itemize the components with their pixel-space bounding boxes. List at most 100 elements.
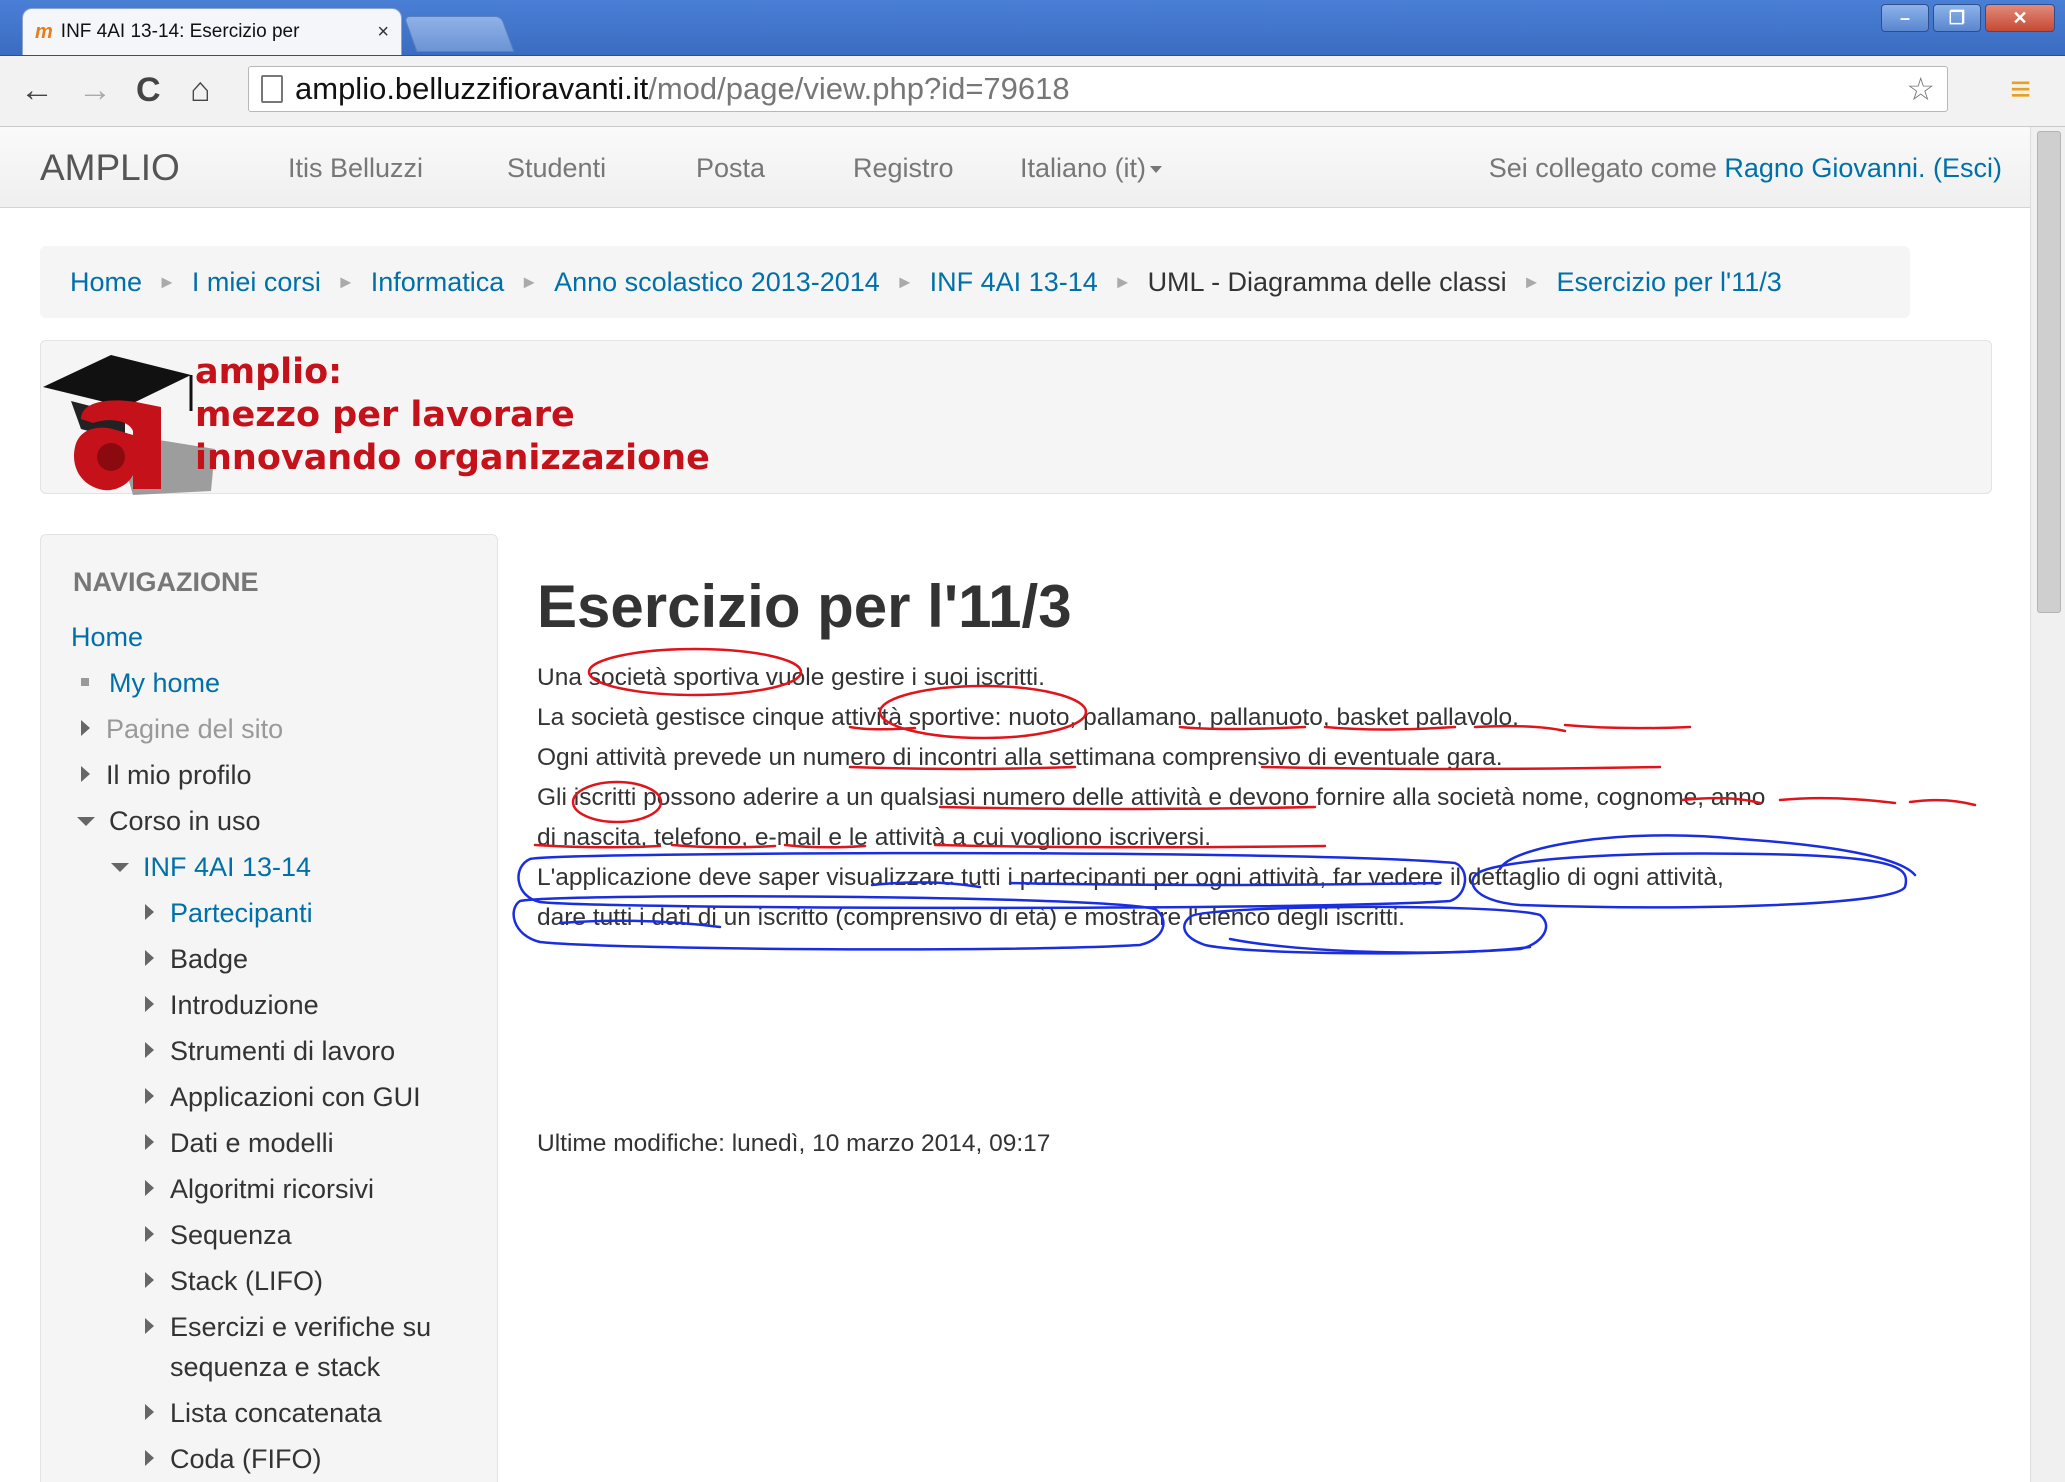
forward-icon[interactable]: → <box>78 70 112 110</box>
nav-section-label: Strumenti di lavoro <box>170 1036 396 1066</box>
nav-my-profile-label: Il mio profilo <box>106 760 252 790</box>
expand-arrow-icon <box>145 1450 154 1466</box>
expand-arrow-icon <box>145 1404 154 1420</box>
scrollbar-thumb[interactable] <box>2037 131 2061 613</box>
reload-icon[interactable]: C <box>136 70 161 110</box>
minimize-icon[interactable]: – <box>1881 4 1929 32</box>
new-tab-button[interactable] <box>403 16 515 52</box>
navigation-title: NAVIGAZIONE <box>73 567 259 597</box>
user-profile-link[interactable]: Ragno Giovanni. <box>1724 153 1925 183</box>
breadcrumb-separator-icon: ► <box>1522 271 1541 292</box>
expand-arrow-icon <box>81 766 90 782</box>
expand-arrow-icon <box>145 1272 154 1288</box>
nav-section-introduzione[interactable]: Introduzione <box>145 990 319 1021</box>
tab-close-icon[interactable]: × <box>377 21 389 44</box>
nav-my-home[interactable]: My home <box>81 668 220 699</box>
back-icon[interactable]: ← <box>20 70 54 110</box>
home-icon[interactable]: ⌂ <box>190 70 211 110</box>
breadcrumb-separator-icon: ► <box>520 271 539 292</box>
breadcrumb-informatica[interactable]: Informatica <box>371 267 505 298</box>
nav-section-label: Sequenza <box>170 1220 292 1250</box>
expand-arrow-icon <box>145 1318 154 1334</box>
login-prefix: Sei collegato come <box>1488 153 1725 183</box>
nav-section-label: Lista concatenata <box>170 1398 382 1428</box>
nav-site-pages[interactable]: Pagine del sito <box>81 714 283 745</box>
nav-course-label: INF 4AI 13-14 <box>143 852 312 882</box>
breadcrumb-separator-icon: ► <box>336 271 355 292</box>
logo-line-3: innovando organizzazione <box>195 438 710 478</box>
nav-section-label: Partecipanti <box>170 898 313 928</box>
expand-arrow-icon <box>145 996 154 1012</box>
last-modified: Ultime modifiche: lunedì, 10 marzo 2014,… <box>537 1130 1051 1157</box>
nav-section-ricorsivi[interactable]: Algoritmi ricorsivi <box>145 1174 374 1205</box>
nav-section-lista[interactable]: Lista concatenata <box>145 1398 382 1429</box>
nav-section-badge[interactable]: Badge <box>145 944 248 975</box>
nav-section-gui[interactable]: Applicazioni con GUI <box>145 1082 421 1113</box>
collapse-arrow-icon <box>111 863 129 872</box>
amplio-logo-icon <box>43 355 215 495</box>
vertical-scrollbar[interactable] <box>2030 127 2065 1482</box>
browser-tab[interactable]: m INF 4AI 13-14: Esercizio per × <box>22 8 402 55</box>
nav-section-esercizi[interactable]: Esercizi e verifiche su <box>145 1312 431 1343</box>
collapse-arrow-icon <box>77 817 95 826</box>
bullet-icon <box>81 678 89 686</box>
address-bar[interactable]: amplio.belluzzifioravanti.it/mod/page/vi… <box>248 66 1948 112</box>
nav-itis-belluzzi[interactable]: Itis Belluzzi <box>288 153 423 184</box>
expand-arrow-icon <box>145 1042 154 1058</box>
page-title: Esercizio per l'11/3 <box>537 573 1072 640</box>
page-icon <box>261 75 283 103</box>
nav-section-partecipanti[interactable]: Partecipanti <box>145 898 313 929</box>
nav-studenti[interactable]: Studenti <box>507 153 606 184</box>
site-navbar: AMPLIO Itis Belluzzi Studenti Posta Regi… <box>0 127 2030 208</box>
nav-my-home-label: My home <box>109 668 221 698</box>
nav-section-stack[interactable]: Stack (LIFO) <box>145 1266 323 1297</box>
nav-posta[interactable]: Posta <box>696 153 765 184</box>
nav-section-label: Introduzione <box>170 990 319 1020</box>
close-window-icon[interactable]: ✕ <box>1985 4 2055 32</box>
nav-current-course[interactable]: Corso in uso <box>77 806 261 837</box>
nav-my-profile[interactable]: Il mio profilo <box>81 760 252 791</box>
browser-toolbar: ← → C ⌂ amplio.belluzzifioravanti.it/mod… <box>0 56 2065 127</box>
breadcrumb-my-courses[interactable]: I miei corsi <box>192 267 321 298</box>
logo-line-1: amplio: <box>195 352 343 392</box>
nav-course[interactable]: INF 4AI 13-14 <box>111 852 311 883</box>
nav-section-coda[interactable]: Coda (FIFO) <box>145 1444 322 1475</box>
language-menu[interactable]: Italiano (it) <box>1020 153 1163 184</box>
nav-section-label: Esercizi e verifiche su <box>170 1312 432 1342</box>
breadcrumb-school-year[interactable]: Anno scolastico 2013-2014 <box>554 267 880 298</box>
breadcrumb-course[interactable]: INF 4AI 13-14 <box>930 267 1098 298</box>
nav-section-label: Dati e modelli <box>170 1128 334 1158</box>
nav-section-label: Algoritmi ricorsivi <box>170 1174 375 1204</box>
maximize-icon[interactable]: ❐ <box>1933 4 1981 32</box>
header-logo-banner: amplio: mezzo per lavorare innovando org… <box>40 340 1992 495</box>
breadcrumb-home[interactable]: Home <box>70 267 142 298</box>
expand-arrow-icon <box>81 720 90 736</box>
logo-line-2: mezzo per lavorare <box>195 395 575 435</box>
nav-section-label: Badge <box>170 944 249 974</box>
body-line: Gli iscritti possono aderire a un qualsi… <box>537 784 1766 811</box>
nav-site-pages-label: Pagine del sito <box>106 714 284 744</box>
logo-text: amplio: mezzo per lavorare innovando org… <box>195 351 710 480</box>
strike-anno <box>1908 798 1977 807</box>
nav-home[interactable]: Home <box>71 622 143 653</box>
bookmark-star-icon[interactable]: ☆ <box>1906 70 1935 108</box>
breadcrumb-separator-icon: ► <box>158 271 176 292</box>
nav-section-strumenti[interactable]: Strumenti di lavoro <box>145 1036 395 1067</box>
strike-cognome <box>1778 796 1897 805</box>
breadcrumb: Home ► I miei corsi ► Informatica ► Anno sc… <box>40 246 1910 318</box>
site-brand[interactable]: AMPLIO <box>40 147 180 189</box>
nav-registro[interactable]: Registro <box>853 153 954 184</box>
logout-link[interactable]: (Esci) <box>1933 153 2002 183</box>
nav-section-esercizi-cont[interactable]: sequenza e stack <box>170 1352 380 1383</box>
window-controls: – ❐ ✕ <box>1881 4 2055 32</box>
breadcrumb-current-page[interactable]: Esercizio per l'11/3 <box>1557 267 1782 298</box>
breadcrumb-separator-icon: ► <box>895 271 914 292</box>
nav-section-label: Coda (FIFO) <box>170 1444 322 1474</box>
chevron-down-icon <box>1150 166 1163 174</box>
url-host: amplio.belluzzifioravanti.it <box>295 71 649 106</box>
nav-section-sequenza[interactable]: Sequenza <box>145 1220 292 1251</box>
nav-section-dati[interactable]: Dati e modelli <box>145 1128 334 1159</box>
body-line: La società gestisce cinque attività spor… <box>537 704 1519 731</box>
menu-icon[interactable]: ≡ <box>2010 68 2031 110</box>
body-line: dare tutti i dati di un iscritto (compre… <box>537 904 1405 931</box>
